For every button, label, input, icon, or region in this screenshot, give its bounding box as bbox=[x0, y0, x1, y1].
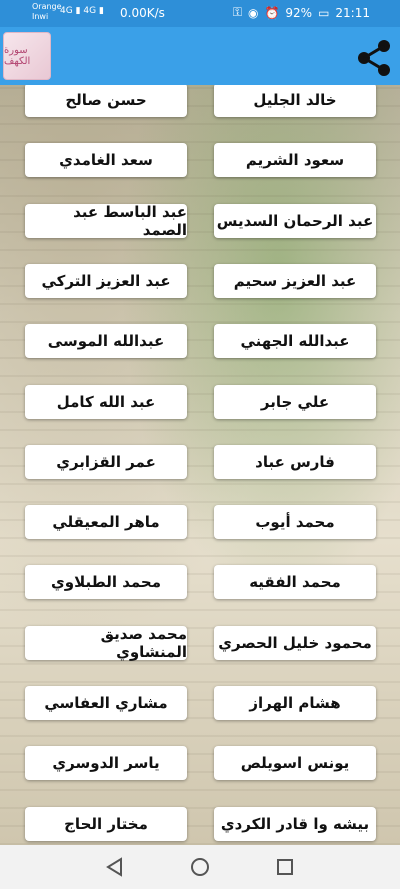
carrier-info: Orange Inwi bbox=[32, 2, 62, 22]
app-logo: سورة الكهف bbox=[3, 32, 51, 80]
app-bar bbox=[0, 27, 400, 85]
share-icon bbox=[358, 40, 390, 76]
reciter-button[interactable]: مشاري العفاسي bbox=[25, 686, 187, 720]
carrier-1: Orange bbox=[32, 2, 62, 11]
reciter-button[interactable]: عبدالله الموسى bbox=[25, 324, 187, 359]
reciter-button[interactable]: حسن صالح bbox=[25, 85, 187, 117]
reciter-button[interactable]: فارس عباد bbox=[214, 444, 376, 479]
reciter-button[interactable]: علي جابر bbox=[214, 384, 376, 419]
reciter-button[interactable]: مختار الحاج bbox=[25, 806, 187, 841]
battery-icon: ▭ bbox=[318, 5, 330, 20]
reciter-button[interactable]: عبد الرحمان السديس bbox=[214, 203, 376, 238]
reciter-button[interactable]: محمد الطبلاوي bbox=[25, 565, 187, 600]
reciter-button[interactable]: سعود الشريم bbox=[214, 143, 376, 178]
reciter-button[interactable]: محمد صديق المنشاوي bbox=[25, 625, 187, 661]
reciter-button[interactable]: عبدالله الجهني bbox=[214, 324, 376, 359]
reciter-button[interactable]: عبد العزيز سحيم bbox=[214, 263, 376, 298]
navigation-bar bbox=[0, 845, 400, 889]
eye-icon: ◉ bbox=[247, 5, 259, 20]
carrier-2: Inwi bbox=[32, 12, 49, 21]
reciter-button[interactable]: هشام الهراز bbox=[214, 686, 376, 720]
reciter-button[interactable]: محمد الفقيه bbox=[214, 565, 376, 600]
network-speed: 0.00K/s bbox=[120, 6, 165, 20]
key-icon: ⚿ bbox=[232, 5, 242, 19]
share-button[interactable] bbox=[354, 38, 394, 78]
reciter-list[interactable]: خالد الجليل حسن صالح سعود الشريم سعد الغامد… bbox=[0, 85, 400, 845]
reciter-button[interactable]: يونس اسويلص bbox=[214, 746, 376, 781]
recents-icon[interactable] bbox=[275, 857, 295, 877]
back-icon[interactable] bbox=[105, 857, 125, 877]
status-right: ⚿ ◉ ⏰ 92% ▭ 21:11 bbox=[233, 5, 370, 20]
alarm-icon: ⏰ bbox=[264, 5, 280, 20]
signal-icon: 4G ▮ 4G ▮ bbox=[60, 6, 104, 16]
home-icon[interactable] bbox=[190, 857, 210, 877]
reciter-button[interactable]: محمود خليل الحصري bbox=[214, 625, 376, 660]
reciter-button[interactable]: محمد أيوب bbox=[214, 505, 376, 540]
reciter-button[interactable]: عبد الله كامل bbox=[25, 384, 187, 419]
reciter-button[interactable]: عبد الباسط عبد الصمد bbox=[25, 203, 187, 239]
reciter-button[interactable]: سعد الغامدي bbox=[25, 143, 187, 178]
reciter-button[interactable]: ياسر الدوسري bbox=[25, 746, 187, 781]
reciter-button[interactable]: خالد الجليل bbox=[214, 85, 376, 117]
battery-percent: 92% bbox=[285, 5, 313, 20]
reciter-button[interactable]: عبد العزيز التركي bbox=[25, 263, 187, 298]
reciter-button[interactable]: عمر القزابري bbox=[25, 444, 187, 479]
reciter-button[interactable]: بيشه وا قادر الكردي bbox=[214, 806, 376, 841]
status-bar: Orange Inwi 4G ▮ 4G ▮ 0.00K/s ⚿ ◉ ⏰ 92% … bbox=[0, 0, 400, 27]
clock: 21:11 bbox=[335, 5, 370, 20]
reciter-button[interactable]: ماهر المعيقلي bbox=[25, 505, 187, 540]
